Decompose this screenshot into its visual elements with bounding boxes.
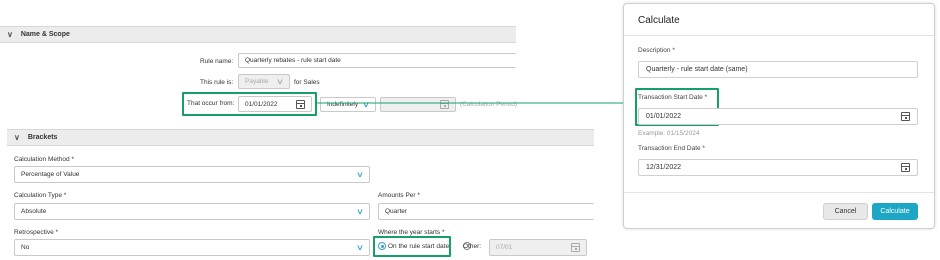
start-date-label: Transaction Start Date * [638, 94, 708, 101]
calculate-dialog: Calculate Description * Quarterly - rule… [623, 3, 935, 229]
section-header-name-scope[interactable]: ∨ Name & Scope [0, 26, 516, 43]
start-date-example: Example: 01/15/2024 [638, 130, 700, 137]
calc-method-value: Percentage of Value [21, 171, 80, 178]
chevron-down-icon: ∨ [275, 77, 285, 86]
section-title: Name & Scope [20, 31, 70, 38]
retrospective-label: Retrospective * [14, 229, 59, 236]
connector-arrow [316, 99, 639, 107]
end-date-label: Transaction End Date * [638, 145, 705, 152]
rule-is-select[interactable]: Payable ∨ [238, 74, 290, 89]
dialog-footer-divider [624, 192, 934, 193]
rule-name-input[interactable]: Quarterly rebates - rule start date [238, 53, 516, 68]
calc-method-label: Calculation Method * [14, 156, 74, 163]
rule-is-suffix: for Sales [294, 79, 320, 86]
start-date-value: 01/01/2022 [646, 113, 682, 120]
year-other-value: 07/01 [496, 244, 513, 251]
chevron-down-icon: ∨ [14, 133, 20, 142]
calc-type-select[interactable]: Absolute ∨ [14, 203, 370, 220]
occur-from-label: That occur from: [187, 100, 235, 107]
end-date-value: 12/31/2022 [646, 164, 682, 171]
dialog-title: Calculate [638, 15, 680, 26]
radio-icon[interactable] [378, 242, 386, 250]
section-title: Brackets [27, 134, 58, 141]
rule-is-label: This rule is: [200, 79, 234, 86]
description-value: Quarterly - rule start date (same) [646, 66, 748, 73]
calc-type-label: Calculation Type * [14, 192, 67, 199]
start-date-input[interactable]: 01/01/2022 [638, 108, 918, 125]
occur-date-value: 01/01/2022 [245, 100, 278, 108]
amounts-per-value: Quarter [385, 208, 408, 215]
calculate-button[interactable]: Calculate [872, 203, 918, 220]
year-other-date-input[interactable]: 07/01 [489, 239, 587, 256]
section-header-brackets[interactable]: ∨ Brackets [7, 129, 594, 146]
cancel-button[interactable]: Cancel [823, 203, 868, 220]
description-label: Description * [638, 47, 675, 54]
occur-date-input[interactable]: 01/01/2022 [238, 96, 312, 112]
rule-is-value: Payable [245, 78, 269, 85]
dialog-divider [624, 35, 934, 36]
amounts-per-label: Amounts Per * [378, 192, 420, 199]
rule-name-value: Quarterly rebates - rule start date [245, 57, 341, 64]
chevron-down-icon: ∨ [355, 243, 365, 252]
retrospective-select[interactable]: No ∨ [14, 239, 370, 256]
calendar-icon [571, 243, 580, 252]
chevron-down-icon: ∨ [7, 30, 13, 39]
calc-method-select[interactable]: Percentage of Value ∨ [14, 166, 370, 183]
description-input[interactable]: Quarterly - rule start date (same) [638, 61, 918, 78]
calendar-icon[interactable] [901, 112, 910, 121]
amounts-per-input[interactable]: Quarter [378, 203, 594, 220]
year-option-other-label[interactable]: Other: [463, 243, 481, 250]
year-starts-label: Where the year starts * [378, 229, 445, 236]
calendar-icon[interactable] [901, 163, 910, 172]
calc-type-value: Absolute [21, 208, 47, 215]
retrospective-value: No [21, 244, 30, 251]
rule-name-label: Rule name: [200, 58, 234, 65]
end-date-input[interactable]: 12/31/2022 [638, 159, 918, 176]
calendar-icon[interactable] [296, 99, 305, 109]
chevron-down-icon: ∨ [355, 207, 365, 216]
chevron-down-icon: ∨ [355, 170, 365, 179]
year-option-rule-label[interactable]: On the rule start date [388, 243, 449, 250]
